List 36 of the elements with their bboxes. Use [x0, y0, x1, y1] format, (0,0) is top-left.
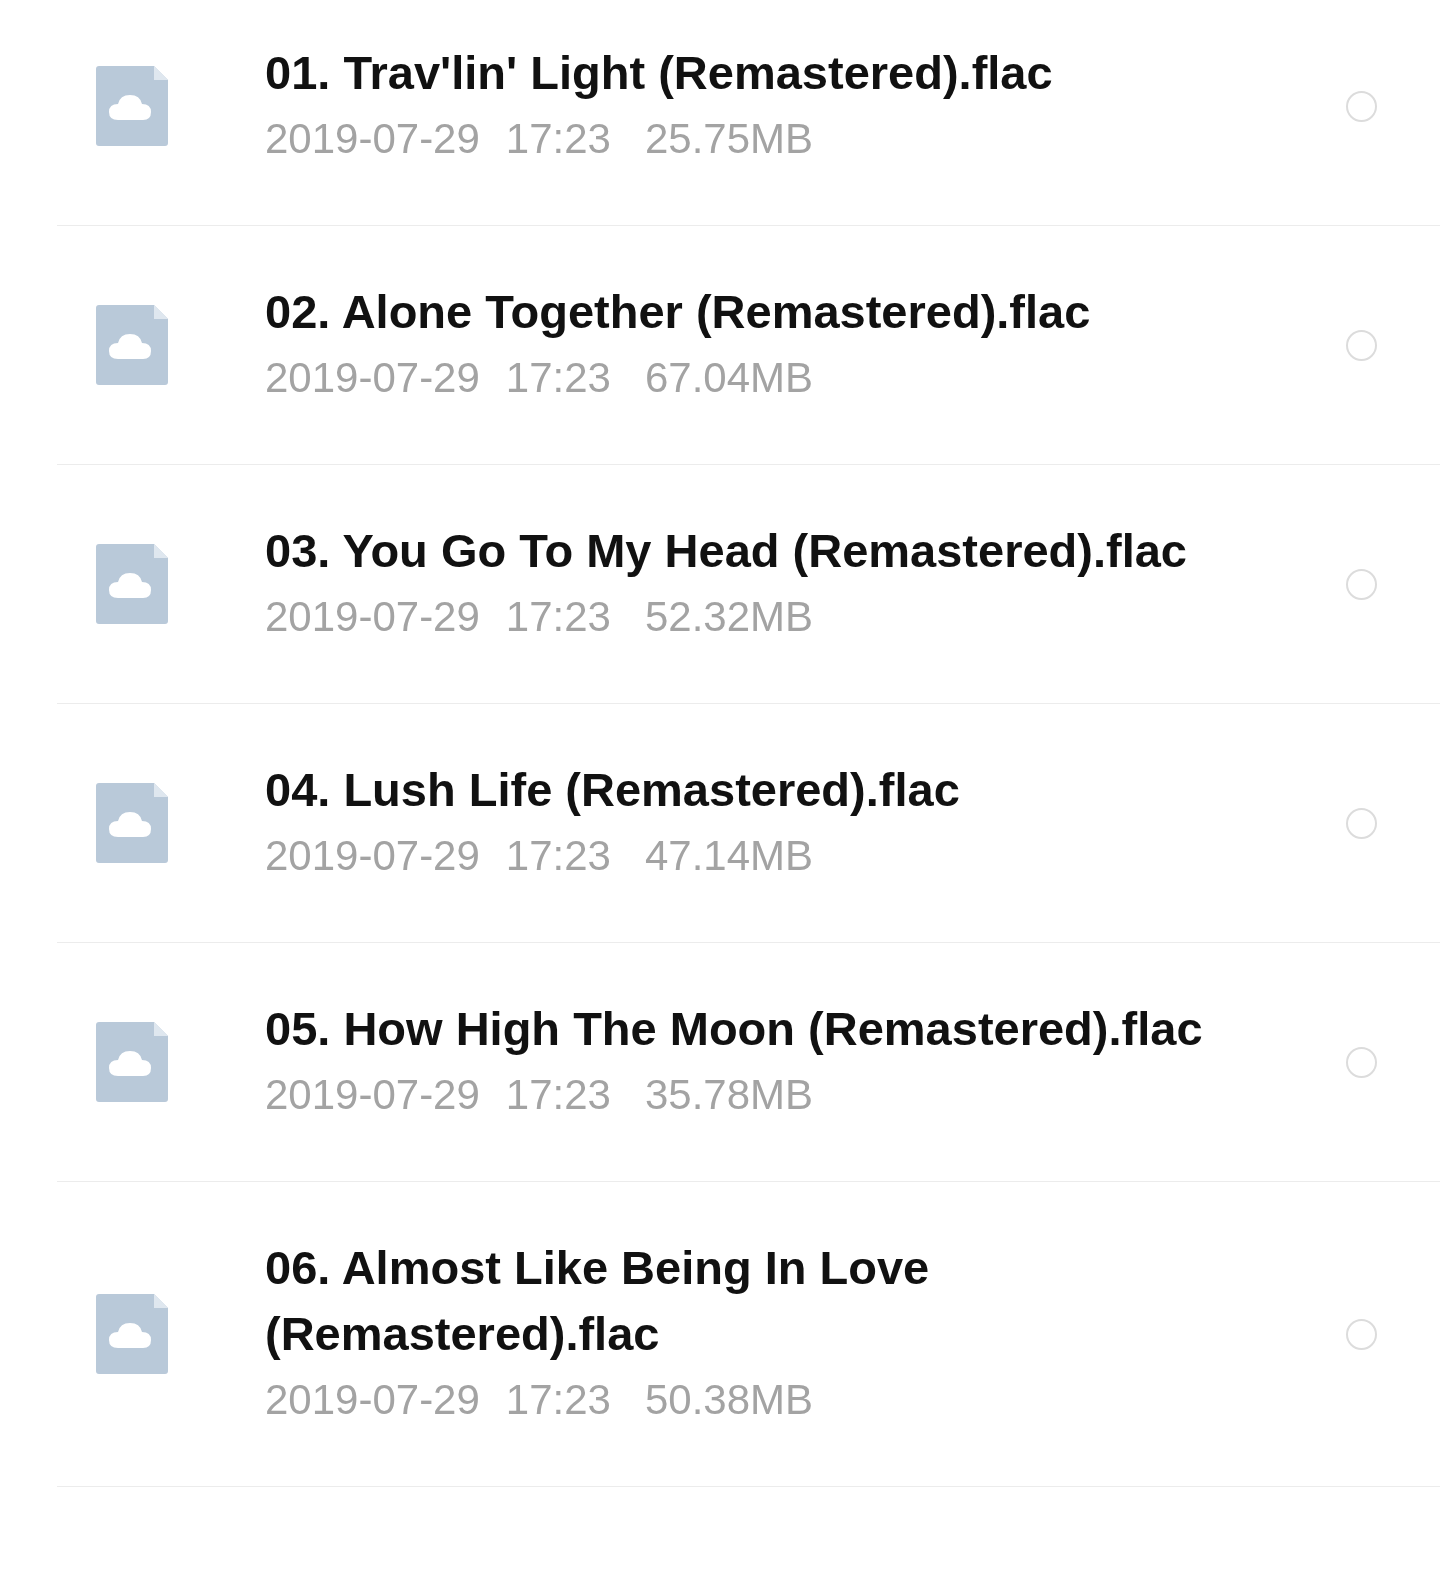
select-radio[interactable]	[1346, 568, 1377, 600]
cloud-file-icon	[96, 1022, 168, 1102]
file-size: 35.78MB	[644, 1070, 814, 1120]
cloud-file-icon	[96, 305, 168, 385]
file-size: 67.04MB	[644, 353, 814, 403]
select-radio[interactable]	[1346, 1046, 1377, 1078]
file-date: 2019-07-29	[265, 114, 480, 164]
file-time: 17:23	[505, 831, 611, 881]
file-name: 03. You Go To My Head (Remastered).flac	[265, 523, 1188, 579]
file-time: 17:23	[505, 1375, 611, 1425]
file-name: 04. Lush Life (Remastered).flac	[265, 762, 961, 818]
file-date: 2019-07-29	[265, 1070, 480, 1120]
file-date: 2019-07-29	[265, 592, 480, 642]
file-name: 02. Alone Together (Remastered).flac	[265, 284, 1092, 340]
select-radio[interactable]	[1346, 1318, 1377, 1350]
file-size: 47.14MB	[644, 831, 814, 881]
file-date: 2019-07-29	[265, 353, 480, 403]
file-time: 17:23	[505, 1070, 611, 1120]
file-name: 06. Almost Like Being In Love (Remastered).flac	[265, 1240, 931, 1362]
file-date: 2019-07-29	[265, 1375, 480, 1425]
cloud-file-icon	[96, 783, 168, 863]
cloud-file-icon	[96, 544, 168, 624]
select-radio[interactable]	[1346, 329, 1377, 361]
file-time: 17:23	[505, 114, 611, 164]
cloud-file-icon	[96, 66, 168, 146]
file-size: 50.38MB	[644, 1375, 814, 1425]
select-radio[interactable]	[1346, 807, 1377, 839]
file-name: 05. How High The Moon (Remastered).flac	[265, 1001, 1204, 1057]
file-date: 2019-07-29	[265, 831, 480, 881]
file-size: 25.75MB	[644, 114, 814, 164]
file-name: 01. Trav'lin' Light (Remastered).flac	[265, 45, 1054, 101]
file-size: 52.32MB	[644, 592, 814, 642]
file-time: 17:23	[505, 592, 611, 642]
file-time: 17:23	[505, 353, 611, 403]
select-radio[interactable]	[1346, 90, 1377, 122]
cloud-file-icon	[96, 1294, 168, 1374]
